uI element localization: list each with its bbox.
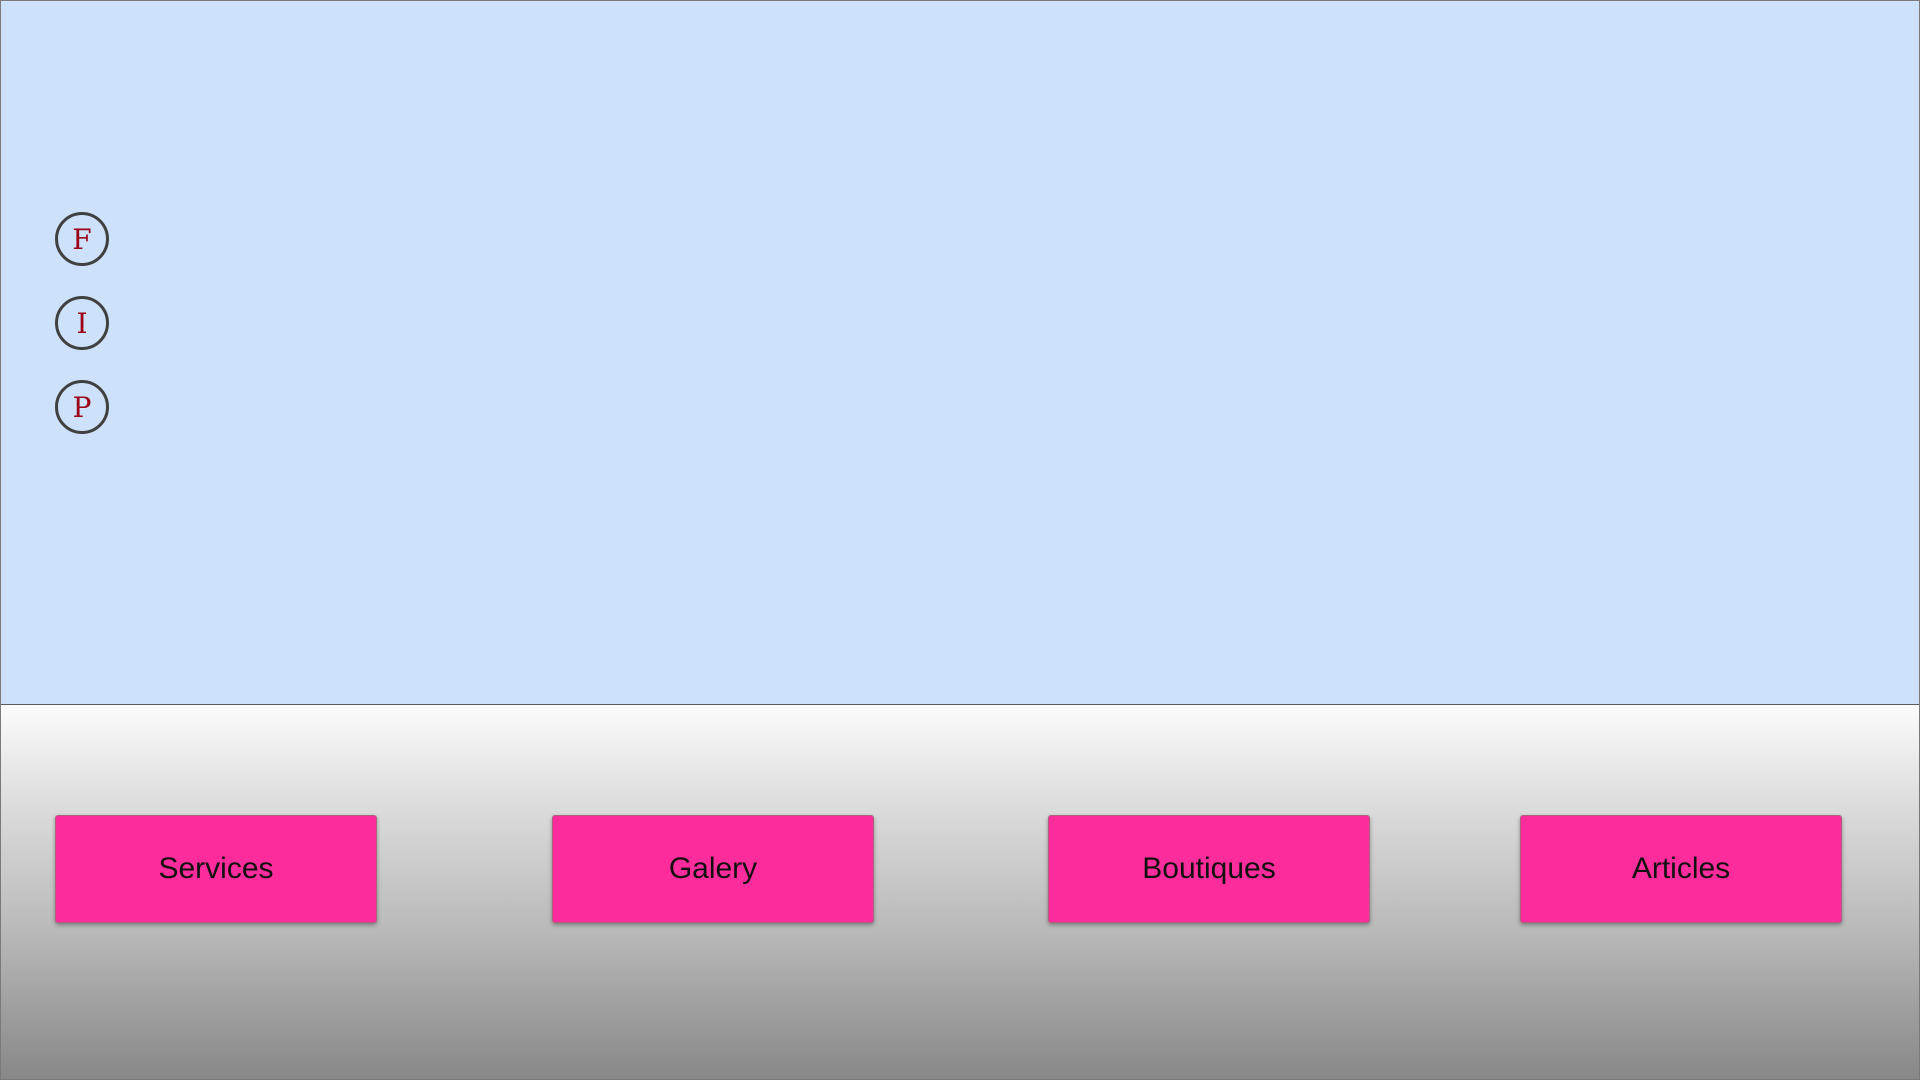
- navigation-bar: Services Galery Boutiques Articles: [1, 705, 1919, 1079]
- facebook-icon[interactable]: F: [55, 212, 109, 266]
- page-frame: F I P Services Galery Boutiques Articles: [0, 0, 1920, 1080]
- instagram-icon[interactable]: I: [55, 296, 109, 350]
- pinterest-icon[interactable]: P: [55, 380, 109, 434]
- boutiques-button[interactable]: Boutiques: [1048, 815, 1370, 923]
- articles-button[interactable]: Articles: [1520, 815, 1842, 923]
- services-button[interactable]: Services: [55, 815, 377, 923]
- galery-button[interactable]: Galery: [552, 815, 874, 923]
- hero-section: F I P: [1, 1, 1919, 705]
